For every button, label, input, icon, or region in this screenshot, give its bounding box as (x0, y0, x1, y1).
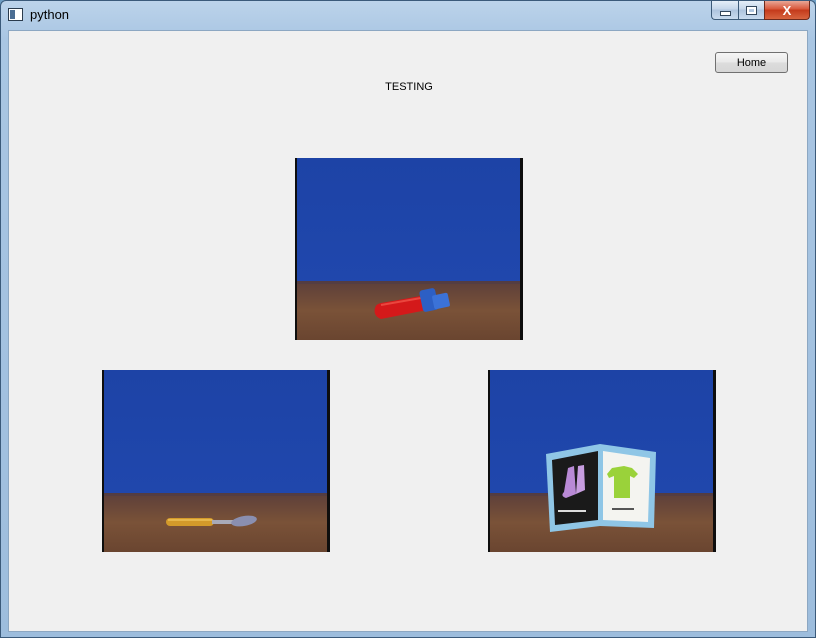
hammer-photo (297, 158, 520, 340)
home-button[interactable]: Home (715, 52, 788, 73)
maximize-button[interactable] (738, 1, 764, 20)
minimize-icon (719, 10, 731, 16)
stimulus-image-hammer[interactable] (295, 158, 523, 340)
picture-book-icon (546, 444, 656, 532)
close-button[interactable]: X (764, 1, 810, 20)
maximize-icon (746, 5, 757, 15)
book-photo (490, 370, 713, 552)
window-title: python (30, 7, 70, 22)
stimulus-image-book[interactable] (488, 370, 716, 552)
title-bar[interactable]: python X (1, 1, 815, 30)
application-window: python X Home TESTING (0, 0, 816, 638)
close-icon: X (782, 2, 792, 18)
python-window-icon[interactable] (8, 8, 23, 21)
client-area: Home TESTING (8, 30, 808, 632)
minimize-button[interactable] (711, 1, 738, 20)
stimulus-image-spoon[interactable] (102, 370, 330, 552)
spoon-photo (104, 370, 327, 552)
page-title: TESTING (385, 81, 433, 93)
caption-buttons: X (711, 1, 810, 21)
